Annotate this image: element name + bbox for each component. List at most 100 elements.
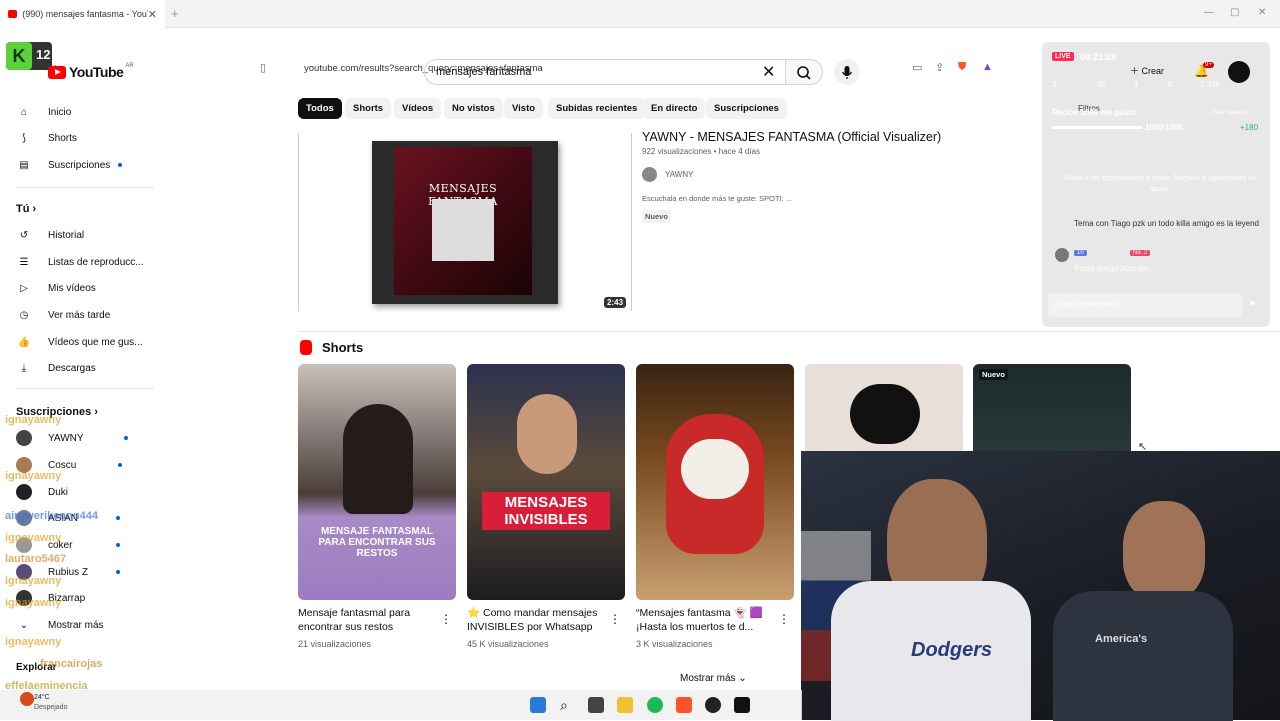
shorts-icon <box>300 340 312 355</box>
new-content-dot <box>116 516 121 520</box>
notification-count: 9+ <box>1203 62 1214 68</box>
avatar <box>1055 248 1069 262</box>
new-content-dot <box>118 163 123 167</box>
new-content-dot <box>118 463 123 467</box>
short-title[interactable]: ⭐ Como mandar mensajes INVISIBLES por Wh… <box>467 606 607 634</box>
sidebar-item-label: Coscu <box>48 459 77 471</box>
more-options-icon[interactable]: ⋮ <box>778 612 790 626</box>
browser-tab[interactable]: (990) mensajes fantasma - YouTube ✕ <box>0 0 165 28</box>
sidebar-item-shorts[interactable]: ⟆ Shorts <box>16 128 77 148</box>
obs-icon[interactable] <box>705 697 721 713</box>
chat-username: ignayawny <box>5 597 62 609</box>
avatar <box>16 430 32 446</box>
chip-subscriptions[interactable]: Suscripciones <box>706 98 787 119</box>
sidebar-item-label: YAWNY <box>48 432 84 444</box>
live-timer: 00:21:28 <box>1080 52 1117 62</box>
shirt: America's <box>1053 591 1233 721</box>
sidebar-item-home[interactable]: ⌂ Inicio <box>16 102 71 122</box>
chip-videos[interactable]: Vídeos <box>394 98 442 119</box>
video-meta: 922 visualizaciones • hace 4 días <box>642 147 760 156</box>
sidebar-divider <box>16 388 154 389</box>
new-tab-icon[interactable]: + <box>171 6 179 21</box>
chip-watched[interactable]: Visto <box>504 98 544 119</box>
sidebar-item-playlists[interactable]: ☰ Listas de reproducc... <box>16 252 144 272</box>
video-title[interactable]: YAWNY - MENSAJES FANTASMA (Official Visu… <box>642 130 941 144</box>
sidebar-you-header[interactable]: Tú › <box>16 203 36 215</box>
sidebar-item-downloads[interactable]: ⤓ Descargas <box>16 358 96 378</box>
weather-temp: 24°C <box>34 694 50 701</box>
chat-username: lautaro5467 <box>5 553 67 565</box>
close-tab-icon[interactable]: ✕ <box>148 8 157 21</box>
sidebar-item-label: Descargas <box>48 362 96 374</box>
more-options-icon[interactable]: ⋮ <box>609 612 621 626</box>
avatar[interactable] <box>1228 61 1250 83</box>
short-views: 21 visualizaciones <box>298 639 372 649</box>
sidebar-item-liked-videos[interactable]: 👍 Vídeos que me gus... <box>16 332 143 352</box>
brave-shield-icon[interactable]: ⛊ <box>958 61 966 74</box>
chip-recently-uploaded[interactable]: Subidas recientes <box>548 98 646 119</box>
short-card[interactable] <box>636 364 794 600</box>
sidebar-sub-yawny[interactable]: YAWNY <box>16 428 128 448</box>
chat-username: ignayawny <box>5 532 62 544</box>
goal-period: Esta semana <box>1212 110 1248 116</box>
brave-icon[interactable] <box>676 697 692 713</box>
create-button[interactable]: ＋ Crear <box>1130 64 1164 77</box>
short-title[interactable]: “Mensajes fantasma 👻 🟪 ¡Hasta los muerto… <box>636 606 770 634</box>
maximize-icon[interactable]: ▢ <box>1230 7 1239 18</box>
short-title[interactable]: Mensaje fantasmal para encontrar sus res… <box>298 606 438 634</box>
channel-link[interactable]: YAWNY <box>642 167 693 182</box>
sidebar-item-label: Suscripciones <box>48 159 111 171</box>
playlist-icon: ☰ <box>19 256 29 268</box>
share-icon[interactable]: ⇪ <box>935 61 944 74</box>
webcam-feed: Dodgers America's <box>801 451 1280 721</box>
new-content-dot <box>116 543 121 547</box>
sidebar-item-history[interactable]: ↺ Historial <box>16 225 84 245</box>
shorts-icon: ⟆ <box>22 132 26 144</box>
avatar <box>642 167 657 182</box>
search-button[interactable] <box>785 59 823 85</box>
search-input[interactable]: mensajes fantasma <box>424 59 786 85</box>
send-icon[interactable]: ➤ <box>1248 298 1256 309</box>
sidebar-item-label: Duki <box>48 486 69 498</box>
sidebar-item-my-videos[interactable]: ▷ Mis vídeos <box>16 278 96 298</box>
bookmark-icon[interactable]: ▯ <box>260 61 266 74</box>
chip-live[interactable]: En directo <box>643 98 706 119</box>
chevron-down-icon: ⌄ <box>19 619 29 631</box>
comment-input[interactable]: Añadir comentario <box>1048 293 1242 317</box>
short-card[interactable]: MENSAJES INVISIBLES <box>467 364 625 600</box>
chip-shorts[interactable]: Shorts <box>345 98 392 119</box>
shorts-show-more-button[interactable]: Mostrar más ⌄ <box>680 673 747 684</box>
chip-all[interactable]: Todos <box>298 98 342 119</box>
chat-message: Tema con Tiago pzk un todo killa amigo e… <box>1074 219 1259 228</box>
logo-region: AR <box>125 63 134 69</box>
task-view-icon[interactable] <box>588 697 604 713</box>
person-silhouette <box>343 404 413 514</box>
sidebar-item-subscriptions[interactable]: ▤ Suscripciones <box>16 155 123 175</box>
youtube-play-icon <box>48 65 66 79</box>
sidebar-item-watch-later[interactable]: ◷ Ver más tarde <box>16 305 111 325</box>
video-description: Escuchala en donde más te guste: SPOTI: … <box>642 194 793 203</box>
short-card[interactable]: MENSAJE FANTASMAL PARA ENCONTRAR SUS RES… <box>298 364 456 600</box>
cast-icon[interactable]: ▭ <box>912 61 922 74</box>
youtube-logo[interactable]: YouTube AR <box>48 63 134 80</box>
more-options-icon[interactable]: ⋮ <box>440 612 452 626</box>
chip-unwatched[interactable]: No vistos <box>444 98 503 119</box>
search-icon <box>797 66 811 80</box>
rewards-icon[interactable]: ▲ <box>982 61 993 73</box>
voice-search-button[interactable] <box>834 59 860 85</box>
sidebar-item-label: Listas de reproducc... <box>48 256 144 268</box>
avatar <box>16 484 32 500</box>
level-badge: 10 <box>1074 250 1087 256</box>
windows-start-icon[interactable] <box>530 697 546 713</box>
sidebar-show-more[interactable]: ⌄ Mostrar más <box>16 615 104 635</box>
file-explorer-icon[interactable] <box>617 697 633 713</box>
spotify-icon[interactable] <box>647 697 663 713</box>
sidebar-sub-duki[interactable]: Duki <box>16 482 68 502</box>
short-overlay-text: MENSAJES INVISIBLES <box>482 492 610 530</box>
tiktok-icon[interactable] <box>734 697 750 713</box>
clear-search-icon[interactable]: ✕ <box>762 62 775 82</box>
tab-title: (990) mensajes fantasma - YouTube <box>22 9 147 19</box>
close-window-icon[interactable]: ✕ <box>1258 7 1266 18</box>
minimize-icon[interactable]: — <box>1204 7 1214 18</box>
search-icon[interactable]: ⌕ <box>560 697 576 713</box>
